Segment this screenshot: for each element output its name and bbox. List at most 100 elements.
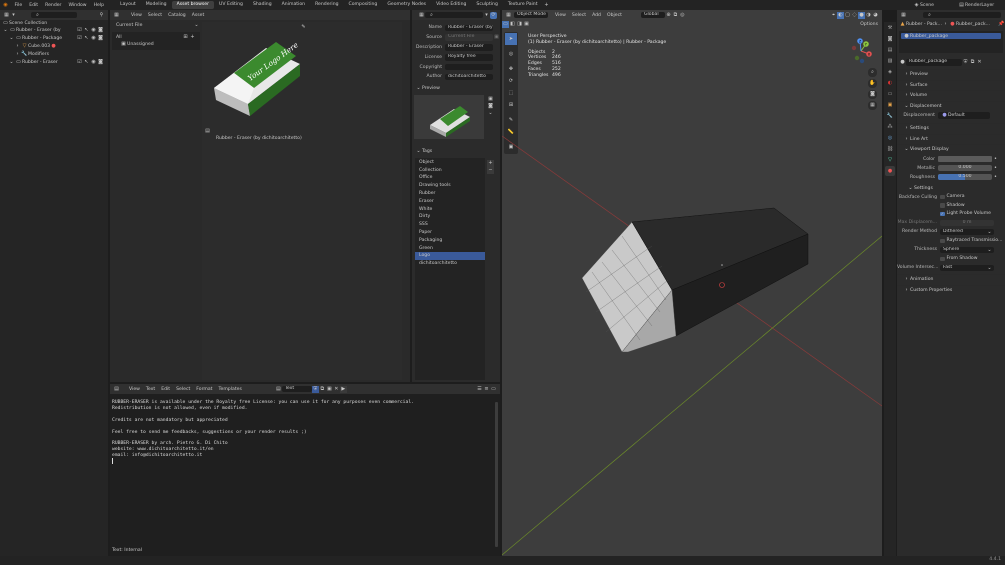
expand-arrow-icon[interactable]: ⌄ — [2, 27, 9, 34]
world-tab-icon[interactable]: ◐ — [885, 78, 895, 88]
tag-item[interactable]: SSS — [415, 221, 485, 229]
unlink-icon[interactable]: ✕ — [976, 59, 983, 66]
meta-value[interactable]: Rubber - Eraser — [445, 44, 493, 51]
fake-user-icon[interactable]: ⛨ — [311, 385, 319, 393]
tab-animation[interactable]: Animation — [277, 1, 309, 9]
displacement-field[interactable]: ●Default — [938, 112, 990, 119]
camera-view-icon[interactable]: ◙ — [868, 90, 877, 99]
menu-format[interactable]: Format — [193, 387, 215, 392]
sidebar-toggle-icon[interactable]: ▦ — [418, 12, 425, 19]
edit-corner-icon[interactable]: ✎ — [300, 24, 307, 31]
tag-item[interactable]: White — [415, 206, 485, 214]
metadata-search[interactable]: ⌕ — [425, 11, 483, 19]
tag-item[interactable]: Packaging — [415, 237, 485, 245]
tab-compositing[interactable]: Compositing — [344, 1, 382, 9]
pan-hand-icon[interactable]: ✋ — [868, 79, 877, 88]
tag-item[interactable]: Green — [415, 245, 485, 253]
checkbox-icon[interactable]: ☑ — [76, 35, 83, 42]
eye-icon[interactable]: ◉ — [90, 59, 97, 66]
tab-asset-browser[interactable]: Asset browser — [172, 1, 214, 9]
particles-tab-icon[interactable]: ⁂ — [885, 122, 895, 132]
meta-value[interactable] — [445, 63, 493, 71]
zoom-icon[interactable]: ⌕ — [868, 68, 877, 77]
render-tab-icon[interactable]: ◙ — [885, 34, 895, 44]
meta-value[interactable]: Royalty free — [445, 54, 493, 61]
line-art-section[interactable]: › Line Art — [897, 133, 1005, 145]
editor-type-icon[interactable]: ▦ — [113, 12, 120, 19]
menu-asset[interactable]: Asset — [189, 13, 208, 18]
eye-icon[interactable]: ◉ — [90, 27, 97, 34]
text-content[interactable]: RUBBER-ERASER is available under the Roy… — [110, 394, 500, 459]
tag-item[interactable]: dichitoarchitetto — [415, 260, 485, 268]
outliner-item[interactable]: ⌄ ▭ Rubber - Eraser (by ☑ ↖ ◉ ◙ — [0, 27, 108, 35]
menu-edit[interactable]: Edit — [26, 3, 42, 8]
scene-name[interactable]: Scene — [920, 3, 958, 8]
tags-section-header[interactable]: ⌄ Tags — [412, 148, 500, 156]
custom-properties-section[interactable]: › Custom Properties — [897, 284, 1005, 296]
thickness-dropdown[interactable]: Sphere ⌄ — [940, 246, 994, 254]
tag-item[interactable]: Object — [415, 159, 485, 167]
menu-catalog[interactable]: Catalog — [165, 13, 189, 18]
tab-layout[interactable]: Layout — [116, 1, 141, 9]
word-wrap-icon[interactable]: ≡ — [483, 386, 490, 393]
properties-search[interactable]: ⌕ — [923, 11, 1001, 19]
menu-text[interactable]: Text — [143, 387, 158, 392]
checkbox-icon[interactable]: ☑ — [76, 27, 83, 34]
checkbox-icon[interactable]: ✓ — [940, 211, 945, 217]
remove-tag-icon[interactable]: − — [487, 167, 494, 174]
pin-icon[interactable]: 📌 — [998, 21, 1005, 28]
editor-type-icon[interactable]: ▦ — [3, 12, 10, 19]
tag-item[interactable]: Logo — [415, 252, 485, 261]
data-tab-icon[interactable]: ▽ — [885, 155, 895, 165]
tag-item[interactable]: Office — [415, 174, 485, 182]
scene-tab-icon[interactable]: ◈ — [885, 67, 895, 77]
filter-icon[interactable]: ▾ — [10, 12, 17, 19]
volume-dropdown[interactable]: Fast ⌄ — [940, 264, 994, 272]
raytraced-row[interactable]: Raytraced Transmissio... — [897, 236, 1005, 245]
checkbox-icon[interactable] — [940, 203, 945, 208]
breadcrumb-object[interactable]: Rubber - Pack... — [906, 22, 942, 27]
tool-tab-icon[interactable]: ⚒ — [885, 23, 895, 33]
tag-item[interactable]: Rubber — [415, 190, 485, 198]
editor-type-icon[interactable]: ▦ — [900, 12, 907, 19]
output-tab-icon[interactable]: ▤ — [885, 45, 895, 55]
viewport-3d[interactable]: ▦ Object Mode View Select Add Object Global… — [502, 10, 882, 556]
eye-icon[interactable]: ◉ — [90, 35, 97, 42]
folder-icon[interactable]: ▣ — [487, 96, 494, 103]
select-arrow-icon[interactable]: ↖ — [83, 35, 90, 42]
meta-value[interactable]: Rubber - Eraser (by — [445, 24, 493, 32]
checkbox-icon[interactable] — [940, 238, 945, 244]
tab-geometry-nodes[interactable]: Geometry Nodes — [383, 1, 431, 9]
expand-arrow-icon[interactable]: › — [14, 43, 21, 50]
roughness-slider[interactable]: 0.500 — [938, 173, 992, 181]
outliner-item[interactable]: ⌄ ▭ Rubber - Package ☑ ↖ ◉ ◙ — [0, 35, 108, 43]
outliner-search[interactable]: ⌕ — [31, 11, 77, 19]
menu-templates[interactable]: Templates — [215, 387, 244, 392]
from-shadow-row[interactable]: From Shadow — [897, 254, 1005, 263]
menu-view[interactable]: View — [126, 387, 143, 392]
catalog-all[interactable]: All ⊞ + — [116, 34, 196, 41]
blender-logo-icon[interactable]: ◉ — [2, 2, 9, 9]
settings-section[interactable]: › Settings — [897, 123, 1005, 134]
max-displacement-field[interactable]: 0 m — [940, 219, 994, 227]
line-numbers-icon[interactable]: ☰ — [476, 386, 483, 393]
checkbox-icon[interactable]: ☑ — [76, 59, 83, 66]
tag-item[interactable]: Collection — [415, 167, 485, 175]
camera-icon[interactable]: ◙ — [97, 27, 104, 34]
menu-render[interactable]: Render — [42, 3, 65, 8]
view-layer-tab-icon[interactable]: ▨ — [885, 56, 895, 66]
tag-item[interactable]: Eraser — [415, 198, 485, 206]
add-tag-icon[interactable]: + — [487, 160, 494, 167]
tag-item[interactable]: Dirty — [415, 213, 485, 221]
menu-select[interactable]: Select — [145, 13, 165, 18]
material-name-field[interactable]: Rubber_package — [906, 59, 962, 66]
tab-video-editing[interactable]: Video Editing — [432, 1, 471, 9]
material-tab-icon[interactable]: ● — [885, 166, 895, 176]
add-workspace-icon[interactable]: + — [543, 2, 550, 9]
keyframe-dot-icon[interactable]: • — [992, 156, 999, 163]
tag-item[interactable]: Drawing tools — [415, 182, 485, 190]
metallic-field[interactable]: 0.000 — [938, 164, 992, 172]
expand-arrow-icon[interactable]: ⌄ — [8, 35, 15, 42]
tab-shading[interactable]: Shading — [248, 1, 276, 9]
displacement-section[interactable]: ⌄Displacement — [897, 100, 1005, 112]
